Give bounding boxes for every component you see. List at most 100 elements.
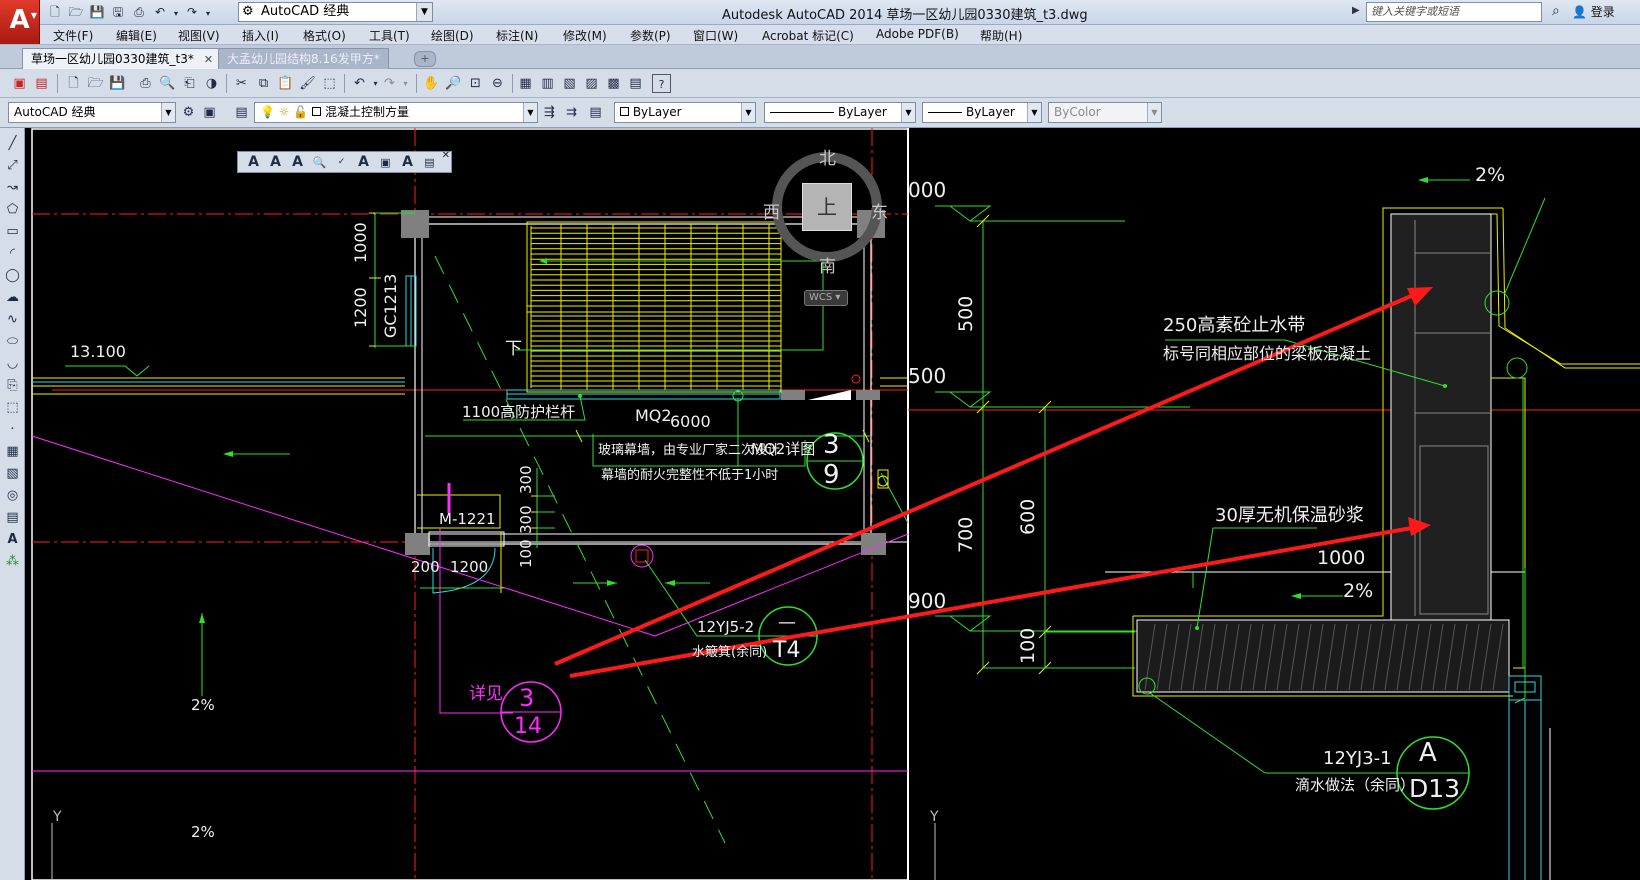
color-combo[interactable]: ByLayer ▼ (614, 102, 756, 123)
block-editor-icon[interactable]: ⬚ (320, 74, 339, 93)
tool-palettes-icon[interactable]: ▧ (560, 74, 579, 93)
menu-parametric[interactable]: 参数(P) (630, 27, 671, 44)
menu-acrobat[interactable]: Acrobat 标记(C) (762, 27, 854, 44)
menu-insert[interactable]: 插入(I) (242, 27, 279, 44)
pdf-icon[interactable]: ▣ (10, 74, 29, 93)
workspace-combo[interactable]: AutoCAD 经典 ▼ (8, 102, 176, 123)
text-scale-icon[interactable]: A (354, 153, 373, 172)
line-icon[interactable]: ╱ (3, 134, 22, 153)
circle-icon[interactable]: ◯ (3, 266, 22, 285)
viewcube-east[interactable]: 东 (871, 198, 888, 223)
tab-caochang[interactable]: 草场一区幼儿园0330建筑_t3* ✕ (22, 48, 223, 69)
print-icon[interactable]: ⎙ (130, 3, 148, 21)
menu-window[interactable]: 窗口(W) (693, 27, 738, 44)
zoom-realtime-icon[interactable]: 🔎 (444, 74, 463, 93)
login-button[interactable]: 👤 登录 (1572, 3, 1615, 20)
find-icon[interactable]: 🔍 (310, 153, 329, 172)
pdf-export-icon[interactable]: ▤ (32, 74, 51, 93)
text-style-icon[interactable]: A (244, 153, 263, 172)
menu-tools[interactable]: 工具(T) (369, 27, 410, 44)
construction-line-icon[interactable]: ⤢ (3, 156, 22, 175)
redo-dropdown-icon[interactable]: ▾ (204, 5, 212, 23)
drawing-canvas[interactable]: A A A 🔍 ✓ A ▣ A ▤ ✕ 北 南 西 东 上 WCS ▾ 13.1… (25, 128, 1640, 880)
table-icon[interactable]: ▤ (3, 508, 22, 527)
save-icon[interactable]: 💾 (88, 3, 106, 21)
menu-view[interactable]: 视图(V) (178, 27, 220, 44)
add-selected-icon[interactable]: ⁂ (3, 552, 22, 571)
redo-icon[interactable]: ↷ (183, 3, 201, 21)
insert-block-icon[interactable]: ⎘ (3, 376, 22, 395)
close-icon[interactable]: ✕ (442, 150, 450, 161)
new-tab-button[interactable]: + (414, 51, 436, 67)
ellipse-arc-icon[interactable]: ◡ (3, 354, 22, 373)
match-properties-icon[interactable]: 🖌 (298, 74, 317, 93)
undo-dropdown-icon[interactable]: ▾ (172, 5, 180, 23)
menu-modify[interactable]: 修改(M) (563, 27, 607, 44)
wcs-menu[interactable]: WCS ▾ (804, 290, 848, 306)
plotstyle-combo[interactable]: ByColor ▼ (1048, 102, 1162, 123)
menu-file[interactable]: 文件(F) (53, 27, 93, 44)
menu-draw[interactable]: 绘图(D) (431, 27, 474, 44)
calculator-icon[interactable]: ▤ (626, 74, 645, 93)
application-menu-button[interactable]: A ▼ (0, 0, 40, 44)
linetype-combo[interactable]: ByLayer ▼ (764, 102, 916, 123)
menu-format[interactable]: 格式(O) (303, 27, 346, 44)
viewcube-south[interactable]: 南 (819, 252, 836, 277)
edit-text-icon[interactable]: A (288, 153, 307, 172)
arc-icon[interactable]: ◜ (3, 244, 22, 263)
rectangle-icon[interactable]: ▭ (3, 222, 22, 241)
open-folder-icon[interactable]: 🗁 (86, 74, 105, 93)
save-icon[interactable]: 💾 (108, 74, 127, 93)
layer-combo[interactable]: 💡 ☼ 🔓 混凝土控制方量 ▼ (254, 102, 538, 123)
tab-dameng[interactable]: 大孟幼儿园结构8.16发甲方* (218, 48, 389, 69)
markup-icon[interactable]: ▩ (604, 74, 623, 93)
menu-adobe-pdf[interactable]: Adobe PDF(B) (876, 27, 959, 41)
menu-edit[interactable]: 编辑(E) (116, 27, 157, 44)
layer-properties-icon[interactable]: ▤ (232, 103, 251, 122)
multiline-text-icon[interactable]: A (3, 530, 22, 549)
point-icon[interactable]: · (3, 420, 22, 439)
polygon-icon[interactable]: ⬠ (3, 200, 22, 219)
search-input[interactable]: 键入关键字或短语 (1366, 2, 1542, 22)
redo-dropdown-icon[interactable]: ▾ (396, 74, 415, 93)
text-align-icon[interactable]: A (266, 153, 285, 172)
new-file-icon[interactable]: 🗋 (64, 74, 83, 93)
design-center-icon[interactable]: ▥ (538, 74, 557, 93)
cut-icon[interactable]: ✂ (232, 74, 251, 93)
viewcube-north[interactable]: 北 (819, 144, 836, 169)
spell-check-icon[interactable]: ✓ (332, 153, 351, 172)
undo-icon[interactable]: ↶ (151, 3, 169, 21)
hatch-icon[interactable]: ▦ (3, 442, 22, 461)
gradient-icon[interactable]: ▧ (3, 464, 22, 483)
pan-icon[interactable]: ✋ (422, 74, 441, 93)
workspace-dropdown[interactable]: ⚙ AutoCAD 经典 ▼ (238, 2, 433, 22)
properties-icon[interactable]: ▦ (516, 74, 535, 93)
menu-help[interactable]: 帮助(H) (980, 27, 1022, 44)
make-current-layer-icon[interactable]: ⇶ (540, 103, 559, 122)
viewcube-west[interactable]: 西 (763, 198, 780, 223)
make-block-icon[interactable]: ⬚ (3, 398, 22, 417)
zoom-window-icon[interactable]: ⊡ (466, 74, 485, 93)
copy-icon[interactable]: ⧉ (254, 74, 273, 93)
customize-icon[interactable]: ▣ (200, 103, 219, 122)
3d-dwf-icon[interactable]: ◑ (202, 74, 221, 93)
workspace-settings-icon[interactable]: ⚙ (179, 103, 198, 122)
polyline-icon[interactable]: ↝ (3, 178, 22, 197)
paste-icon[interactable]: 📋 (276, 74, 295, 93)
convert-text-icon[interactable]: A (398, 153, 417, 172)
new-file-icon[interactable]: 🗋 (46, 3, 64, 21)
revision-cloud-icon[interactable]: ☁ (3, 288, 22, 307)
text-frame-icon[interactable]: ▤ (420, 153, 439, 172)
close-icon[interactable]: ✕ (204, 53, 213, 66)
open-folder-icon[interactable]: 🗁 (67, 3, 85, 21)
justify-text-icon[interactable]: ▣ (376, 153, 395, 172)
layer-state-icon[interactable]: ▤ (586, 103, 605, 122)
save-as-icon[interactable]: 🖫 (109, 3, 127, 21)
ellipse-icon[interactable]: ⬭ (3, 332, 22, 351)
spline-icon[interactable]: ∿ (3, 310, 22, 329)
print-icon[interactable]: ⎙ (136, 74, 155, 93)
region-icon[interactable]: ◎ (3, 486, 22, 505)
print-preview-icon[interactable]: 🔍 (158, 74, 177, 93)
help-icon[interactable]: ? (652, 74, 671, 93)
menu-dimension[interactable]: 标注(N) (496, 27, 538, 44)
